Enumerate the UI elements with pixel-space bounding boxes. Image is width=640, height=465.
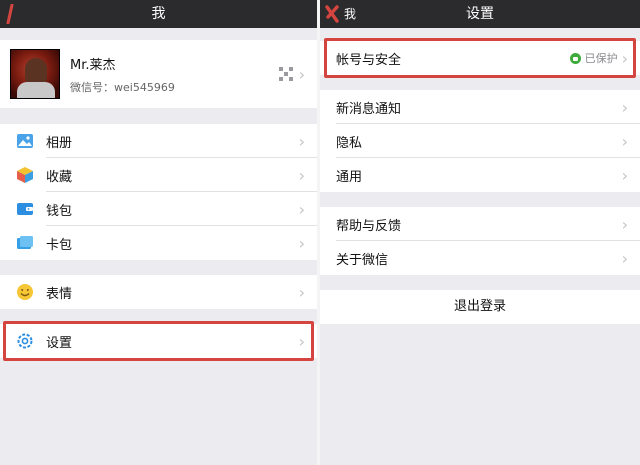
chevron-right-icon: › (621, 165, 628, 185)
chevron-right-icon: › (621, 131, 628, 151)
menu-group-1: 相册 › 收藏 › 钱包 › 卡包 › (0, 124, 317, 260)
chevron-right-icon: › (298, 331, 305, 351)
chevron-right-icon: › (298, 199, 305, 219)
chevron-right-icon: › (298, 64, 305, 84)
logout-group: 退出登录 (320, 290, 640, 324)
menu-item-album[interactable]: 相册 › (0, 124, 317, 158)
protection-status-text: 已保护 (584, 52, 618, 65)
settings-gear-icon (16, 332, 34, 350)
settings-group-3: 帮助与反馈 › 关于微信 › (320, 207, 640, 275)
menu-item-privacy[interactable]: 隐私 › (320, 124, 640, 158)
avatar[interactable] (10, 49, 60, 99)
settings-screen: 我 设置 帐号与安全 已保护 › 新消息通知 › 隐私 › 通用 › 帮助与反馈… (320, 0, 640, 465)
red-mark-icon (6, 4, 14, 24)
page-title: 设置 (466, 6, 494, 22)
protection-status: 已保护 (569, 50, 618, 66)
menu-item-label: 相册 (46, 135, 73, 151)
menu-group-3: 设置 › (0, 324, 317, 358)
menu-item-wallet[interactable]: 钱包 › (0, 192, 317, 226)
chevron-right-icon: › (298, 282, 305, 302)
menu-item-label: 表情 (46, 286, 73, 302)
menu-item-label: 设置 (46, 335, 73, 351)
chevron-right-icon: › (621, 214, 628, 234)
wechat-id: 微信号：wei545969 (70, 80, 175, 94)
logout-button[interactable]: 退出登录 (320, 290, 640, 324)
menu-item-label: 隐私 (336, 135, 363, 151)
smiley-icon (16, 283, 34, 301)
menu-item-general[interactable]: 通用 › (320, 158, 640, 192)
qr-code-icon[interactable] (278, 67, 293, 81)
chevron-right-icon: › (298, 165, 305, 185)
menu-item-card-pack[interactable]: 卡包 › (0, 226, 317, 260)
profile-name: Mr.莱杰 (70, 57, 116, 73)
page-title: 我 (151, 6, 166, 22)
menu-item-label: 新消息通知 (336, 101, 402, 117)
photo-album-icon (16, 132, 34, 150)
back-button[interactable]: 我 (324, 0, 356, 28)
menu-item-about-wechat[interactable]: 关于微信 › (320, 241, 640, 275)
card-pack-icon (16, 234, 34, 252)
menu-item-label: 通用 (336, 169, 363, 185)
menu-item-label: 卡包 (46, 237, 73, 253)
chevron-right-icon: › (621, 248, 628, 268)
chevron-right-icon: › (298, 233, 305, 253)
menu-group-2: 表情 › (0, 275, 317, 309)
account-group: 帐号与安全 已保护 › (320, 41, 640, 75)
menu-item-settings[interactable]: 设置 › (0, 324, 317, 358)
menu-item-label: 帐号与安全 (336, 52, 402, 68)
wallet-icon (16, 200, 34, 218)
menu-item-stickers[interactable]: 表情 › (0, 275, 317, 309)
menu-item-account-security[interactable]: 帐号与安全 已保护 › (320, 41, 640, 75)
menu-item-notifications[interactable]: 新消息通知 › (320, 90, 640, 124)
menu-item-help-feedback[interactable]: 帮助与反馈 › (320, 207, 640, 241)
chevron-right-icon: › (298, 131, 305, 151)
settings-group-2: 新消息通知 › 隐私 › 通用 › (320, 90, 640, 192)
menu-item-label: 帮助与反馈 (336, 218, 402, 234)
lock-icon (569, 52, 581, 64)
chevron-right-icon: › (621, 97, 628, 117)
back-label: 我 (344, 7, 357, 21)
menu-item-label: 关于微信 (336, 252, 389, 268)
menu-item-label: 收藏 (46, 169, 73, 185)
chevron-right-icon: › (621, 48, 628, 68)
menu-item-favorites[interactable]: 收藏 › (0, 158, 317, 192)
back-arrow-icon (325, 5, 339, 23)
menu-item-label: 钱包 (46, 203, 73, 219)
navigation-bar: 我 (0, 0, 317, 28)
favorites-cube-icon (16, 166, 34, 184)
me-screen: 我 Mr.莱杰 微信号：wei545969 › 相册 › 收藏 › 钱包 › 卡… (0, 0, 317, 465)
navigation-bar: 我 设置 (320, 0, 640, 28)
profile-card[interactable]: Mr.莱杰 微信号：wei545969 › (0, 40, 317, 108)
